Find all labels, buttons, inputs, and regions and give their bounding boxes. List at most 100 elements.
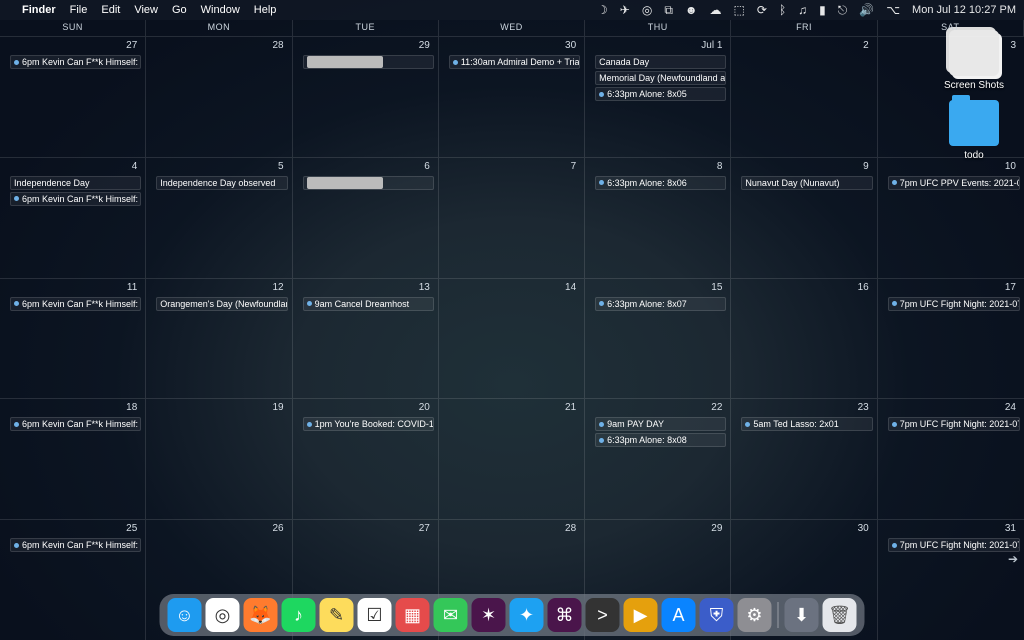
- calendar-cell[interactable]: 156:33pm Alone: 8x07: [585, 278, 731, 399]
- dock-app-firefox[interactable]: 🦊: [244, 598, 278, 632]
- calendar-cell[interactable]: 7: [439, 157, 585, 278]
- dock-app-fantastical[interactable]: ▦: [396, 598, 430, 632]
- menubar-clock[interactable]: Mon Jul 12 10:27 PM: [912, 4, 1016, 16]
- scroll-right-icon[interactable]: ➔: [1008, 552, 1018, 566]
- calendar-cell[interactable]: 14: [439, 278, 585, 399]
- calendar-event[interactable]: 11:30am Admiral Demo + Trial Kick Off: [449, 55, 580, 69]
- calendar-cell[interactable]: 9Nunavut Day (Nunavut): [731, 157, 877, 278]
- menu-window[interactable]: Window: [201, 4, 240, 16]
- calendar-cell[interactable]: Jul 1Canada DayMemorial Day (Newfoundlan…: [585, 36, 731, 157]
- calendar-event[interactable]: ████████████: [303, 176, 434, 190]
- calendar-cell[interactable]: 86:33pm Alone: 8x06: [585, 157, 731, 278]
- active-app-name[interactable]: Finder: [22, 4, 56, 16]
- calendar-cell[interactable]: 3011:30am Admiral Demo + Trial Kick Off: [439, 36, 585, 157]
- calendar-cell[interactable]: 317pm UFC Fight Night: 2021-07-31: [878, 519, 1024, 640]
- dock-app-prefs[interactable]: ⚙: [738, 598, 772, 632]
- calendar-cell[interactable]: 19: [146, 398, 292, 519]
- calendar-event[interactable]: 1pm You're Booked: COVID-19 Dose 2 Ap: [303, 417, 434, 431]
- user-icon[interactable]: ☻: [685, 3, 698, 17]
- calendar-event[interactable]: 9am Cancel Dreamhost: [303, 297, 434, 311]
- calendar-cell[interactable]: 229am PAY DAY6:33pm Alone: 8x08: [585, 398, 731, 519]
- calendar-cell[interactable]: 235am Ted Lasso: 2x01: [731, 398, 877, 519]
- dock-app-reminders[interactable]: ☑: [358, 598, 392, 632]
- sync-icon[interactable]: ⟳: [757, 3, 767, 17]
- volume-icon[interactable]: 🔊: [859, 3, 874, 17]
- dock-app-spotify[interactable]: ♪: [282, 598, 316, 632]
- cloud-icon[interactable]: ☁: [710, 3, 722, 17]
- dock-app-chrome[interactable]: ◎: [206, 598, 240, 632]
- dock-app-messages[interactable]: ✉: [434, 598, 468, 632]
- calendar-cell[interactable]: 21: [439, 398, 585, 519]
- calendar-cell[interactable]: 4Independence Day6pm Kevin Can F**k Hims…: [0, 157, 146, 278]
- calendar-event[interactable]: 6:33pm Alone: 8x08: [595, 433, 726, 447]
- calendar-event[interactable]: 6pm Kevin Can F**k Himself: 1x05: [10, 297, 141, 311]
- calendar-event[interactable]: 6:33pm Alone: 8x06: [595, 176, 726, 190]
- airplane-icon[interactable]: ✈: [620, 3, 630, 17]
- bluetooth-icon[interactable]: ᛒ: [779, 3, 786, 17]
- dock-app-plex[interactable]: ▶: [624, 598, 658, 632]
- dropbox-icon[interactable]: ⬚: [734, 3, 745, 17]
- calendar-event[interactable]: 7pm UFC Fight Night: 2021-07-24: [888, 417, 1020, 431]
- dock-app-twitter[interactable]: ✦: [510, 598, 544, 632]
- calendar-cell[interactable]: 177pm UFC Fight Night: 2021-07-17: [878, 278, 1024, 399]
- calendar-event[interactable]: 6pm Kevin Can F**k Himself: 1x03: [10, 55, 141, 69]
- location-icon[interactable]: ◎: [642, 3, 652, 17]
- event-title: 9am PAY DAY: [607, 418, 664, 430]
- menu-edit[interactable]: Edit: [101, 4, 120, 16]
- dock-app-shield[interactable]: ⛨: [700, 598, 734, 632]
- dock-app-slack[interactable]: ✶: [472, 598, 506, 632]
- calendar-cell[interactable]: 12Orangemen's Day (Newfoundland and Labr: [146, 278, 292, 399]
- calendar-event[interactable]: 6:33pm Alone: 8x07: [595, 297, 726, 311]
- calendar-event[interactable]: 9am PAY DAY: [595, 417, 726, 431]
- menu-file[interactable]: File: [70, 4, 88, 16]
- dock-trash[interactable]: 🗑: [823, 598, 857, 632]
- dock-app-terminal[interactable]: >: [586, 598, 620, 632]
- calendar-event[interactable]: 6pm Kevin Can F**k Himself: 1x06: [10, 417, 141, 431]
- control-center-icon[interactable]: ⌥: [886, 3, 900, 17]
- battery-icon[interactable]: ▮: [819, 3, 826, 17]
- calendar-cell[interactable]: 186pm Kevin Can F**k Himself: 1x06: [0, 398, 146, 519]
- calendar-cell[interactable]: 16: [731, 278, 877, 399]
- calendar-cell[interactable]: 107pm UFC PPV Events: 2021-07-10: [878, 157, 1024, 278]
- calendar-event[interactable]: Orangemen's Day (Newfoundland and Labr: [156, 297, 287, 311]
- event-dot-icon: [892, 543, 897, 548]
- event-title: ████████████: [307, 56, 384, 68]
- calendar-cell[interactable]: 28: [146, 36, 292, 157]
- calendar-cell[interactable]: 29████████████: [293, 36, 439, 157]
- dock-app-vscode[interactable]: ⌘: [548, 598, 582, 632]
- calendar-event[interactable]: Memorial Day (Newfoundland and Labrado: [595, 71, 726, 85]
- calendar-event[interactable]: 5am Ted Lasso: 2x01: [741, 417, 872, 431]
- calendar-cell[interactable]: 201pm You're Booked: COVID-19 Dose 2 Ap: [293, 398, 439, 519]
- wifi-icon[interactable]: ⎋: [838, 3, 848, 18]
- calendar-event[interactable]: 7pm UFC Fight Night: 2021-07-17: [888, 297, 1020, 311]
- calendar-event[interactable]: 6pm Kevin Can F**k Himself: 1x04: [10, 192, 141, 206]
- calendar-event[interactable]: 7pm UFC PPV Events: 2021-07-10: [888, 176, 1020, 190]
- dock-app-appstore[interactable]: A: [662, 598, 696, 632]
- calendar-event[interactable]: 7pm UFC Fight Night: 2021-07-31: [888, 538, 1020, 552]
- dock-app-notes[interactable]: ✎: [320, 598, 354, 632]
- dnd-icon[interactable]: ☽: [597, 3, 608, 17]
- airpods-icon[interactable]: ♫: [798, 3, 807, 17]
- calendar-event[interactable]: Canada Day: [595, 55, 726, 69]
- calendar-event[interactable]: 6pm Kevin Can F**k Himself: 1x07: [10, 538, 141, 552]
- menu-help[interactable]: Help: [254, 4, 277, 16]
- calendar-event[interactable]: 6:33pm Alone: 8x05: [595, 87, 726, 101]
- extra-icon[interactable]: ⧉: [664, 3, 673, 18]
- dock-downloads[interactable]: ⬇: [785, 598, 819, 632]
- calendar-event[interactable]: Nunavut Day (Nunavut): [741, 176, 872, 190]
- calendar-cell[interactable]: 247pm UFC Fight Night: 2021-07-24: [878, 398, 1024, 519]
- calendar-cell[interactable]: 139am Cancel Dreamhost: [293, 278, 439, 399]
- menu-go[interactable]: Go: [172, 4, 187, 16]
- calendar-cell[interactable]: 116pm Kevin Can F**k Himself: 1x05: [0, 278, 146, 399]
- calendar-cell[interactable]: 5Independence Day observed: [146, 157, 292, 278]
- calendar-cell[interactable]: 2: [731, 36, 877, 157]
- calendar-event[interactable]: Independence Day: [10, 176, 141, 190]
- calendar-event[interactable]: Independence Day observed: [156, 176, 287, 190]
- calendar-cell[interactable]: 6████████████: [293, 157, 439, 278]
- calendar-cell[interactable]: 3: [878, 36, 1024, 157]
- menu-view[interactable]: View: [134, 4, 158, 16]
- calendar-cell[interactable]: 276pm Kevin Can F**k Himself: 1x03: [0, 36, 146, 157]
- calendar-cell[interactable]: 256pm Kevin Can F**k Himself: 1x07: [0, 519, 146, 640]
- calendar-event[interactable]: ████████████: [303, 55, 434, 69]
- dock-app-finder[interactable]: ☺: [168, 598, 202, 632]
